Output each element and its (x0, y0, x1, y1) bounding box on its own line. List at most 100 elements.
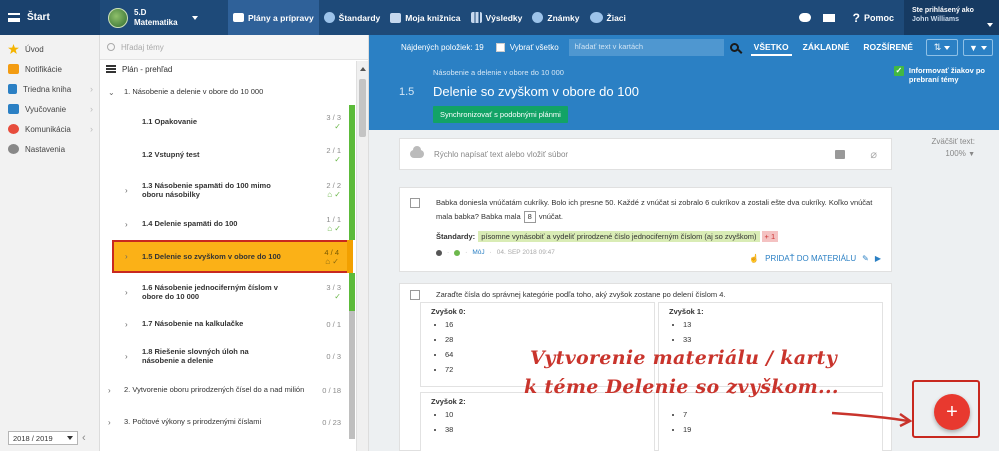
topic-node[interactable]: › 1.4 Delenie spamäti do 100 1 / 1 ⌂ ✓ (100, 208, 355, 240)
school-year-value: 2018 / 2019 (13, 433, 53, 443)
add-material-button[interactable]: + (934, 394, 970, 430)
topic-tree-panel: Hľadaj témy Plán - prehľad ⌄ 1. Násobeni… (100, 35, 369, 451)
class-switcher[interactable]: 5.D Matematika (100, 0, 228, 35)
topic-search[interactable]: Hľadaj témy (100, 35, 368, 60)
help-button[interactable]: ? Pomoc (853, 11, 894, 25)
topic-node[interactable]: ⌄ 1. Násobenie a delenie v obore do 10 0… (100, 79, 355, 105)
tab-basic[interactable]: ZÁKLADNÉ (800, 40, 853, 56)
topic-count: 0 / 23 (322, 417, 341, 427)
standards-label: Štandardy: (436, 232, 476, 241)
topic-node[interactable]: › 3. Počtové výkony s prirodzenými čísla… (100, 405, 355, 439)
topic-node[interactable]: › 1.3 Násobenie spamäti do 100 mimo obor… (100, 172, 355, 208)
status-bar (349, 105, 355, 138)
status-bar (349, 311, 355, 337)
count-value: 3 / 3 (326, 112, 341, 122)
topic-node[interactable]: 1.1 Opakovanie 3 / 3 ✓ (100, 105, 355, 138)
topic-list: ⌄ 1. Násobenie a delenie v obore do 10 0… (100, 79, 355, 439)
school-year-select[interactable]: 2018 / 2019 (8, 431, 78, 445)
scroll-up-icon (360, 67, 366, 71)
task-text: Babka doniesla vnúčatám cukríky. Bolo ic… (436, 198, 873, 207)
topic-count: 0 / 3 (326, 351, 341, 361)
nav-label: Moja knižnica (405, 12, 461, 23)
list-item[interactable]: 13 (683, 318, 872, 333)
inform-label-2: prebraní témy (908, 75, 959, 84)
topic-node[interactable]: › 1.7 Násobenie na kalkulačke 0 / 1 (100, 311, 355, 337)
task-checkbox[interactable] (410, 290, 420, 300)
nav-students[interactable]: Žiaci (585, 0, 631, 35)
filter-button[interactable]: ▼ (963, 39, 993, 56)
attachment-icon[interactable]: ⌀ (870, 148, 877, 161)
topic-node-selected[interactable]: › 1.5 Delenie so zvyškom v obore do 100 … (112, 240, 353, 273)
standard-tag[interactable]: písomne vynásobiť a vydeliť prirodzené č… (478, 231, 760, 242)
topic-node[interactable]: › 2. Vytvorenie oboru prirodzených čísel… (100, 375, 355, 405)
list-item[interactable]: 16 (445, 318, 644, 333)
list-item[interactable]: 38 (445, 423, 644, 438)
plan-overview-header[interactable]: Plán - prehľad (100, 60, 368, 78)
chevron-down-icon (987, 23, 993, 27)
start-button[interactable]: Štart (0, 0, 100, 35)
sync-button[interactable]: Synchronizovať s podobnými plánmi (433, 106, 568, 123)
separator: · (447, 249, 450, 256)
gear-icon (8, 144, 19, 154)
select-all[interactable]: Vybrať všetko (495, 43, 559, 52)
sidebar-item-settings[interactable]: Nastavenia (0, 139, 99, 159)
pencil-icon[interactable]: ✎ (862, 252, 869, 266)
task-checkbox[interactable] (410, 198, 420, 208)
sort-button[interactable]: ⇅ (926, 39, 958, 56)
filter-icon: ▼ (969, 42, 978, 53)
select-all-checkbox[interactable] (495, 43, 505, 52)
status-bar (349, 375, 355, 405)
nav-standards[interactable]: Štandardy (319, 0, 386, 35)
tab-all[interactable]: VŠETKO (750, 40, 792, 56)
nav-label: Žiaci (606, 12, 626, 23)
tab-extended[interactable]: ROZŠÍRENÉ (860, 40, 916, 56)
nav-grades[interactable]: Známky (527, 0, 584, 35)
count-value: 3 / 3 (326, 283, 341, 292)
answer-field[interactable]: 8 (523, 211, 536, 223)
topic-node[interactable]: › 1.6 Násobenie jednociferným číslom v o… (100, 273, 355, 311)
sidebar-item-teaching[interactable]: Vyučovanie › (0, 99, 99, 119)
image-icon[interactable] (835, 149, 845, 159)
task-text: mala babka? Babka mala (436, 212, 521, 221)
nav-library[interactable]: Moja knižnica (385, 0, 465, 35)
topic-node[interactable]: › 1.8 Riešenie slovných úloh na násobeni… (100, 337, 355, 375)
remainder-title: Zvyšok 0: (431, 307, 466, 316)
zoom-select[interactable]: 100% ▼ (932, 148, 975, 161)
quick-note-placeholder: Rýchlo napísať text alebo vložiť súbor (434, 149, 569, 159)
scrollbar-thumb[interactable] (359, 79, 366, 137)
school-year-switcher: 2018 / 2019 ‹ (8, 431, 86, 445)
scrollbar[interactable] (356, 61, 368, 451)
sidebar-item-classbook[interactable]: Triedna kniha › (0, 79, 99, 99)
top-bar-right: ? Pomoc Ste prihlásený ako John Williams (795, 0, 999, 35)
nav-plans[interactable]: Plány a prípravy (228, 0, 319, 35)
collapse-sidebar-icon[interactable]: ‹ (82, 432, 86, 444)
checkbox-checked-icon[interactable]: ✓ (893, 66, 904, 76)
nav-label: Výsledky (485, 12, 523, 23)
sidebar-item-label: Triedna kniha (23, 84, 72, 94)
search-icon[interactable] (729, 43, 739, 52)
more-standards-badge[interactable]: + 1 (761, 231, 779, 242)
chevron-right-icon: › (125, 319, 128, 329)
play-icon[interactable]: ▶ (875, 252, 881, 266)
breadcrumb[interactable]: Násobenie a delenie v obore do 10 000 (433, 68, 564, 77)
list-item[interactable]: 10 (445, 408, 644, 423)
quick-note-input[interactable]: Rýchlo napísať text alebo vložiť súbor ⌀ (399, 138, 892, 170)
topic-node[interactable]: 1.2 Vstupný test 2 / 1 ✓ (100, 138, 355, 172)
sort-icon: ⇅ (933, 42, 942, 52)
topic-search-input[interactable]: Hľadaj témy (121, 43, 164, 52)
sidebar-item-communication[interactable]: Komunikácia › (0, 119, 99, 139)
sidebar-item-notifications[interactable]: Notifikácie (0, 59, 99, 79)
thumbs-up-icon[interactable]: ☝ (749, 252, 759, 266)
nav-results[interactable]: Výsledky (466, 0, 528, 35)
user-menu[interactable]: Ste prihlásený ako John Williams (904, 0, 999, 35)
chevron-down-icon: ⌄ (108, 87, 115, 97)
card-search-input[interactable]: hľadať text v kartách (568, 39, 724, 56)
envelope-icon[interactable] (819, 13, 839, 22)
chat-icon[interactable] (795, 13, 815, 22)
sidebar-item-intro[interactable]: Úvod (0, 39, 99, 59)
inform-label-1: Informovať žiakov po (908, 66, 985, 75)
add-to-material-button[interactable]: PRIDAŤ DO MATERIÁLU (765, 252, 856, 266)
class-name: 5.D (134, 7, 147, 17)
star-icon (8, 44, 19, 54)
inform-students-toggle[interactable]: ✓ Informovať žiakov po prebraní témy (893, 66, 985, 84)
